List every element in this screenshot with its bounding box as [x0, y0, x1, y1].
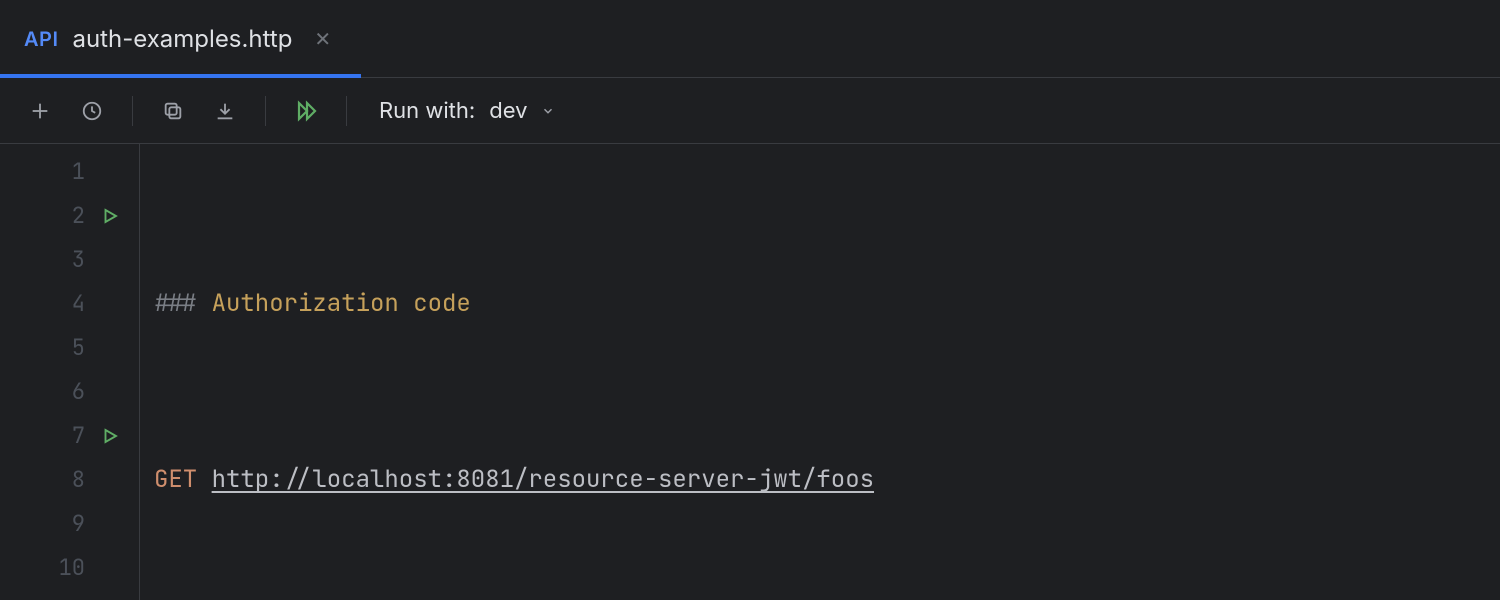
toolbar-separator: [132, 96, 133, 126]
code-line: GET http://localhost:8081/resource-serve…: [154, 458, 1500, 502]
chevron-down-icon: [541, 104, 555, 118]
tab-bar: API auth-examples.http ✕: [0, 0, 1500, 78]
file-type-badge: API: [24, 27, 59, 51]
gutter-row: 3: [0, 238, 139, 282]
run-gutter-icon[interactable]: [99, 205, 121, 227]
run-all-button[interactable]: [284, 89, 328, 133]
import-button[interactable]: [203, 89, 247, 133]
gutter-row: 8: [0, 458, 139, 502]
run-with-label: Run with:: [379, 98, 475, 124]
editor-gutter: 1 2 3 4 5 6 7 8 9 10: [0, 144, 140, 600]
toolbar-separator: [265, 96, 266, 126]
gutter-row: 10: [0, 546, 139, 590]
toolbar-separator: [346, 96, 347, 126]
tab-auth-examples[interactable]: API auth-examples.http ✕: [0, 0, 361, 77]
gutter-row: 4: [0, 282, 139, 326]
editor-toolbar: Run with: dev: [0, 78, 1500, 144]
gutter-row: 1: [0, 150, 139, 194]
gutter-row: 2: [0, 194, 139, 238]
copy-button[interactable]: [151, 89, 195, 133]
add-request-button[interactable]: [18, 89, 62, 133]
gutter-row: 5: [0, 326, 139, 370]
close-icon[interactable]: ✕: [314, 27, 331, 51]
code-area[interactable]: ### Authorization code GET http://localh…: [140, 144, 1500, 600]
run-with-dropdown[interactable]: Run with: dev: [379, 98, 555, 124]
run-gutter-icon[interactable]: [99, 425, 121, 447]
code-line: ### Authorization code: [154, 282, 1500, 326]
tab-title: auth-examples.http: [73, 24, 293, 53]
gutter-row: 9: [0, 502, 139, 546]
gutter-row: 6: [0, 370, 139, 414]
history-button[interactable]: [70, 89, 114, 133]
gutter-row: 7: [0, 414, 139, 458]
code-editor[interactable]: 1 2 3 4 5 6 7 8 9 10 ### Authorization c…: [0, 144, 1500, 600]
run-with-env: dev: [489, 98, 527, 124]
